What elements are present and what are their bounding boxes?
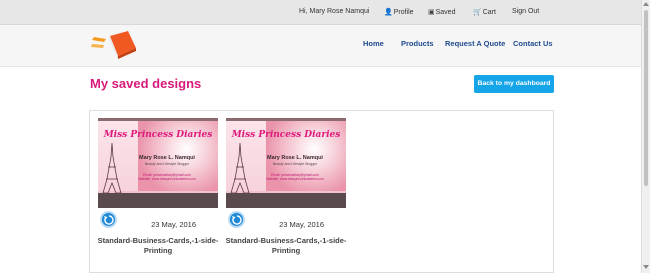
cart-link[interactable]: 🛒Cart (473, 8, 496, 16)
design-card[interactable]: Miss Princess Diaries Mary Rose L. Namqu… (226, 118, 346, 255)
scroll-up-icon[interactable] (643, 2, 649, 6)
design-card[interactable]: Miss Princess Diaries Mary Rose L. Namqu… (98, 118, 218, 255)
card-role: Beauty and Lifestyle Blogger (272, 162, 318, 166)
card-name: Mary Rose L. Namqui (267, 155, 323, 161)
design-date: 23 May, 2016 (151, 220, 196, 229)
page-scrollbar[interactable] (641, 0, 650, 273)
saved-icon: ▣ (428, 9, 435, 16)
logo-book-icon[interactable] (90, 28, 140, 62)
nav-home[interactable]: Home (363, 39, 384, 48)
design-title[interactable]: Standard-Business-Cards,-1-side-Printing (220, 236, 352, 256)
signout-link[interactable]: Sign Out (512, 8, 539, 15)
user-greeting: Hi, Mary Rose Namqui (299, 8, 370, 15)
eiffel-tower-icon (102, 143, 122, 193)
card-name: Mary Rose L. Namqui (139, 155, 195, 161)
scroll-down-icon[interactable] (643, 265, 649, 269)
design-thumbnail[interactable]: Miss Princess Diaries Mary Rose L. Namqu… (98, 118, 218, 208)
eiffel-tower-icon (230, 143, 250, 193)
page-title: My saved designs (90, 76, 202, 91)
nav-request-quote[interactable]: Request A Quote (445, 39, 505, 48)
card-website: Website: www.missprincessdiaries.com (266, 177, 324, 181)
card-role: Beauty and Lifestyle Blogger (144, 162, 190, 166)
design-date: 23 May, 2016 (279, 220, 324, 229)
design-thumbnail[interactable]: Miss Princess Diaries Mary Rose L. Namqu… (226, 118, 346, 208)
card-bottom-strip (226, 193, 346, 208)
scrollbar-thumb[interactable] (644, 10, 648, 186)
nav-contact[interactable]: Contact Us (513, 39, 553, 48)
top-bar: Hi, Mary Rose Namqui 👤Profile ▣Saved 🛒Ca… (0, 0, 641, 25)
card-brand: Miss Princess Diaries (103, 130, 213, 140)
design-title[interactable]: Standard-Business-Cards,-1-side-Printing (92, 236, 224, 256)
back-to-dashboard-button[interactable]: Back to my dashboard (474, 75, 554, 93)
user-icon: 👤 (384, 9, 393, 16)
nav-products[interactable]: Products (401, 39, 434, 48)
card-website: Website: www.missprincessdiaries.com (138, 177, 196, 181)
profile-link[interactable]: 👤Profile (384, 8, 414, 16)
card-bottom-strip (98, 193, 218, 208)
saved-link[interactable]: ▣Saved (428, 8, 455, 16)
main-nav: Home Products Request A Quote Contact Us (0, 25, 641, 67)
card-brand: Miss Princess Diaries (231, 130, 341, 140)
cart-icon: 🛒 (473, 9, 482, 16)
